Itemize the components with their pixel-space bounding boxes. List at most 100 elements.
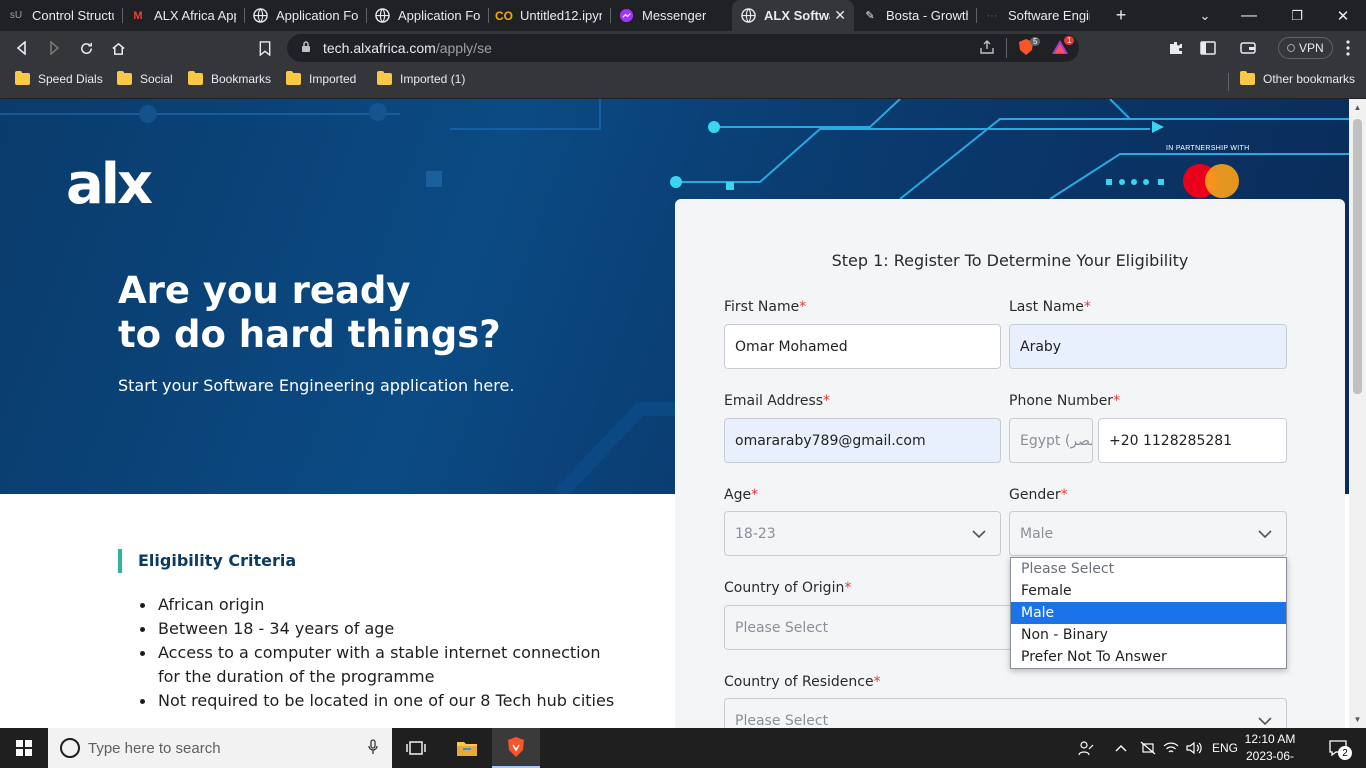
menu-icon[interactable] (1336, 36, 1360, 60)
system-clock[interactable]: 12:10 AM 2023-06-18 (1240, 731, 1300, 768)
bookmark-icon[interactable] (253, 36, 277, 60)
age-select[interactable]: 18-23 (724, 511, 1001, 556)
gender-dropdown-list: Please Select Female Male Non - Binary P… (1010, 557, 1287, 669)
bookmark-imported[interactable]: Imported (286, 71, 357, 86)
country-of-residence-select[interactable]: Please Select (724, 698, 1287, 728)
battery-icon[interactable] (1140, 728, 1156, 768)
bookmark-label: Imported (1) (400, 72, 466, 86)
phone-number-input[interactable]: +20 1128285281 (1098, 418, 1287, 463)
pen-icon: ✎ (865, 10, 875, 22)
bookmark-bookmarks[interactable]: Bookmarks (188, 71, 272, 86)
scroll-down-icon[interactable]: ▼ (1353, 715, 1362, 724)
tab-title: ALX Africa Appli (154, 8, 236, 23)
wallet-icon[interactable] (1236, 36, 1260, 60)
vpn-button[interactable]: VPN (1278, 37, 1333, 59)
restore-icon[interactable]: ❐ (1284, 0, 1310, 31)
bookmark-other[interactable]: Other bookmarks (1240, 71, 1355, 86)
folder-icon (188, 71, 203, 85)
lock-icon (301, 40, 311, 56)
brave-browser-icon[interactable] (492, 728, 540, 768)
bookmark-label: Social (140, 72, 173, 86)
tab-control-structures[interactable]: sU Control Structur (0, 0, 122, 31)
gender-select[interactable]: Male (1009, 511, 1287, 556)
bookmark-label: Imported (309, 72, 357, 86)
sidebar-icon[interactable] (1196, 36, 1220, 60)
taskbar-search-box[interactable]: Type here to search (48, 728, 392, 768)
folder-icon (1240, 71, 1255, 85)
chevron-down-icon (970, 525, 988, 543)
email-input[interactable]: omararaby789@gmail.com (724, 418, 1001, 463)
first-name-input[interactable]: Omar Mohamed (724, 324, 1001, 369)
close-tab-icon[interactable]: ✕ (830, 7, 846, 24)
address-bar[interactable]: tech.alxafrica.com/apply/se 5 1 (287, 34, 1079, 62)
email-label: Email Address* (724, 393, 831, 409)
tray-chevron-up-icon[interactable] (1115, 728, 1127, 768)
reload-icon[interactable] (74, 36, 98, 60)
wifi-icon[interactable] (1163, 728, 1179, 768)
forward-icon[interactable] (42, 36, 66, 60)
new-tab-icon[interactable]: + (1108, 0, 1134, 31)
volume-icon[interactable] (1186, 728, 1202, 768)
age-label: Age* (724, 487, 759, 503)
tab-alx-africa-gmail[interactable]: M ALX Africa Appli (122, 0, 244, 31)
start-button[interactable] (0, 728, 48, 768)
last-name-input[interactable]: Araby (1009, 324, 1287, 369)
clock-time: 12:10 AM (1244, 732, 1296, 746)
microphone-icon[interactable] (368, 739, 378, 758)
people-icon[interactable] (1078, 728, 1094, 768)
hero-subline: Start your Software Engineering applicat… (118, 376, 515, 395)
close-window-icon[interactable]: ✕ (1330, 0, 1356, 31)
minimize-icon[interactable]: — (1236, 0, 1262, 31)
tab-messenger[interactable]: Messenger (610, 0, 732, 31)
bookmark-speed-dials[interactable]: Speed Dials (15, 71, 103, 86)
tab-title: Control Structur (32, 8, 114, 23)
phone-country-select[interactable]: Egypt (‫مصر‬) (1009, 418, 1093, 463)
bookmark-social[interactable]: Social (117, 71, 173, 86)
back-icon[interactable] (10, 36, 34, 60)
tab-alx-software-active[interactable]: ALX Softwa ✕ (732, 0, 854, 31)
gender-label: Gender* (1009, 487, 1068, 503)
tab-title: ALX Softwa (764, 8, 831, 23)
task-view-icon[interactable] (392, 728, 440, 768)
notification-count-badge: 2 (1338, 746, 1352, 760)
folder-icon (286, 71, 301, 85)
scroll-up-icon[interactable]: ▲ (1353, 103, 1362, 112)
gender-option-non-binary[interactable]: Non - Binary (1011, 624, 1286, 646)
gender-value: Male (1020, 525, 1054, 542)
bookmark-label: Speed Dials (38, 72, 103, 86)
gender-option-prefer-not[interactable]: Prefer Not To Answer (1011, 646, 1286, 668)
url-path: /apply/se (435, 40, 492, 56)
file-explorer-icon[interactable] (443, 728, 491, 768)
bookmark-label: Bookmarks (211, 72, 272, 86)
tab-application-form-2[interactable]: Application For (366, 0, 488, 31)
search-placeholder: Type here to search (88, 739, 221, 757)
bookmark-imported-1[interactable]: Imported (1) (377, 71, 466, 86)
tab-search-chevron-icon[interactable]: ⌄ (1192, 0, 1218, 31)
browser-toolbar: tech.alxafrica.com/apply/se 5 1 VPN (0, 31, 1366, 65)
language-indicator[interactable]: ENG (1212, 728, 1238, 768)
eligibility-list: African origin Between 18 - 34 years of … (138, 593, 618, 713)
alx-logo[interactable]: alx (66, 157, 153, 213)
gender-option-please-select[interactable]: Please Select (1011, 558, 1286, 580)
criteria-item: Not required to be located in one of our… (138, 689, 618, 713)
headline-line-1: Are you ready (118, 269, 411, 312)
tab-bosta-growth[interactable]: ✎ Bosta - Growth (854, 0, 976, 31)
scrollbar-thumb[interactable] (1353, 119, 1362, 394)
jupyter-icon: sU (9, 10, 23, 21)
gender-option-female[interactable]: Female (1011, 580, 1286, 602)
windows-logo-icon (16, 740, 32, 756)
gender-option-male[interactable]: Male (1011, 602, 1286, 624)
rewards-count-badge: 1 (1064, 36, 1075, 45)
chevron-down-icon (1256, 712, 1274, 728)
tab-software-engineering[interactable]: ··· Software Engine (976, 0, 1098, 31)
residence-label: Country of Residence* (724, 674, 881, 690)
extensions-icon[interactable] (1164, 36, 1188, 60)
page-scrollbar[interactable]: ▲ ▼ (1349, 99, 1366, 728)
share-icon[interactable] (979, 39, 995, 58)
hero-headline: Are you ready to do hard things? (118, 269, 501, 357)
notification-center-icon[interactable]: 2 (1318, 728, 1358, 768)
tab-colab-notebook[interactable]: CO Untitled12.ipynb (488, 0, 610, 31)
home-icon[interactable] (106, 36, 130, 60)
tab-application-form-1[interactable]: Application For (244, 0, 366, 31)
shields-count-badge: 5 (1030, 37, 1041, 46)
